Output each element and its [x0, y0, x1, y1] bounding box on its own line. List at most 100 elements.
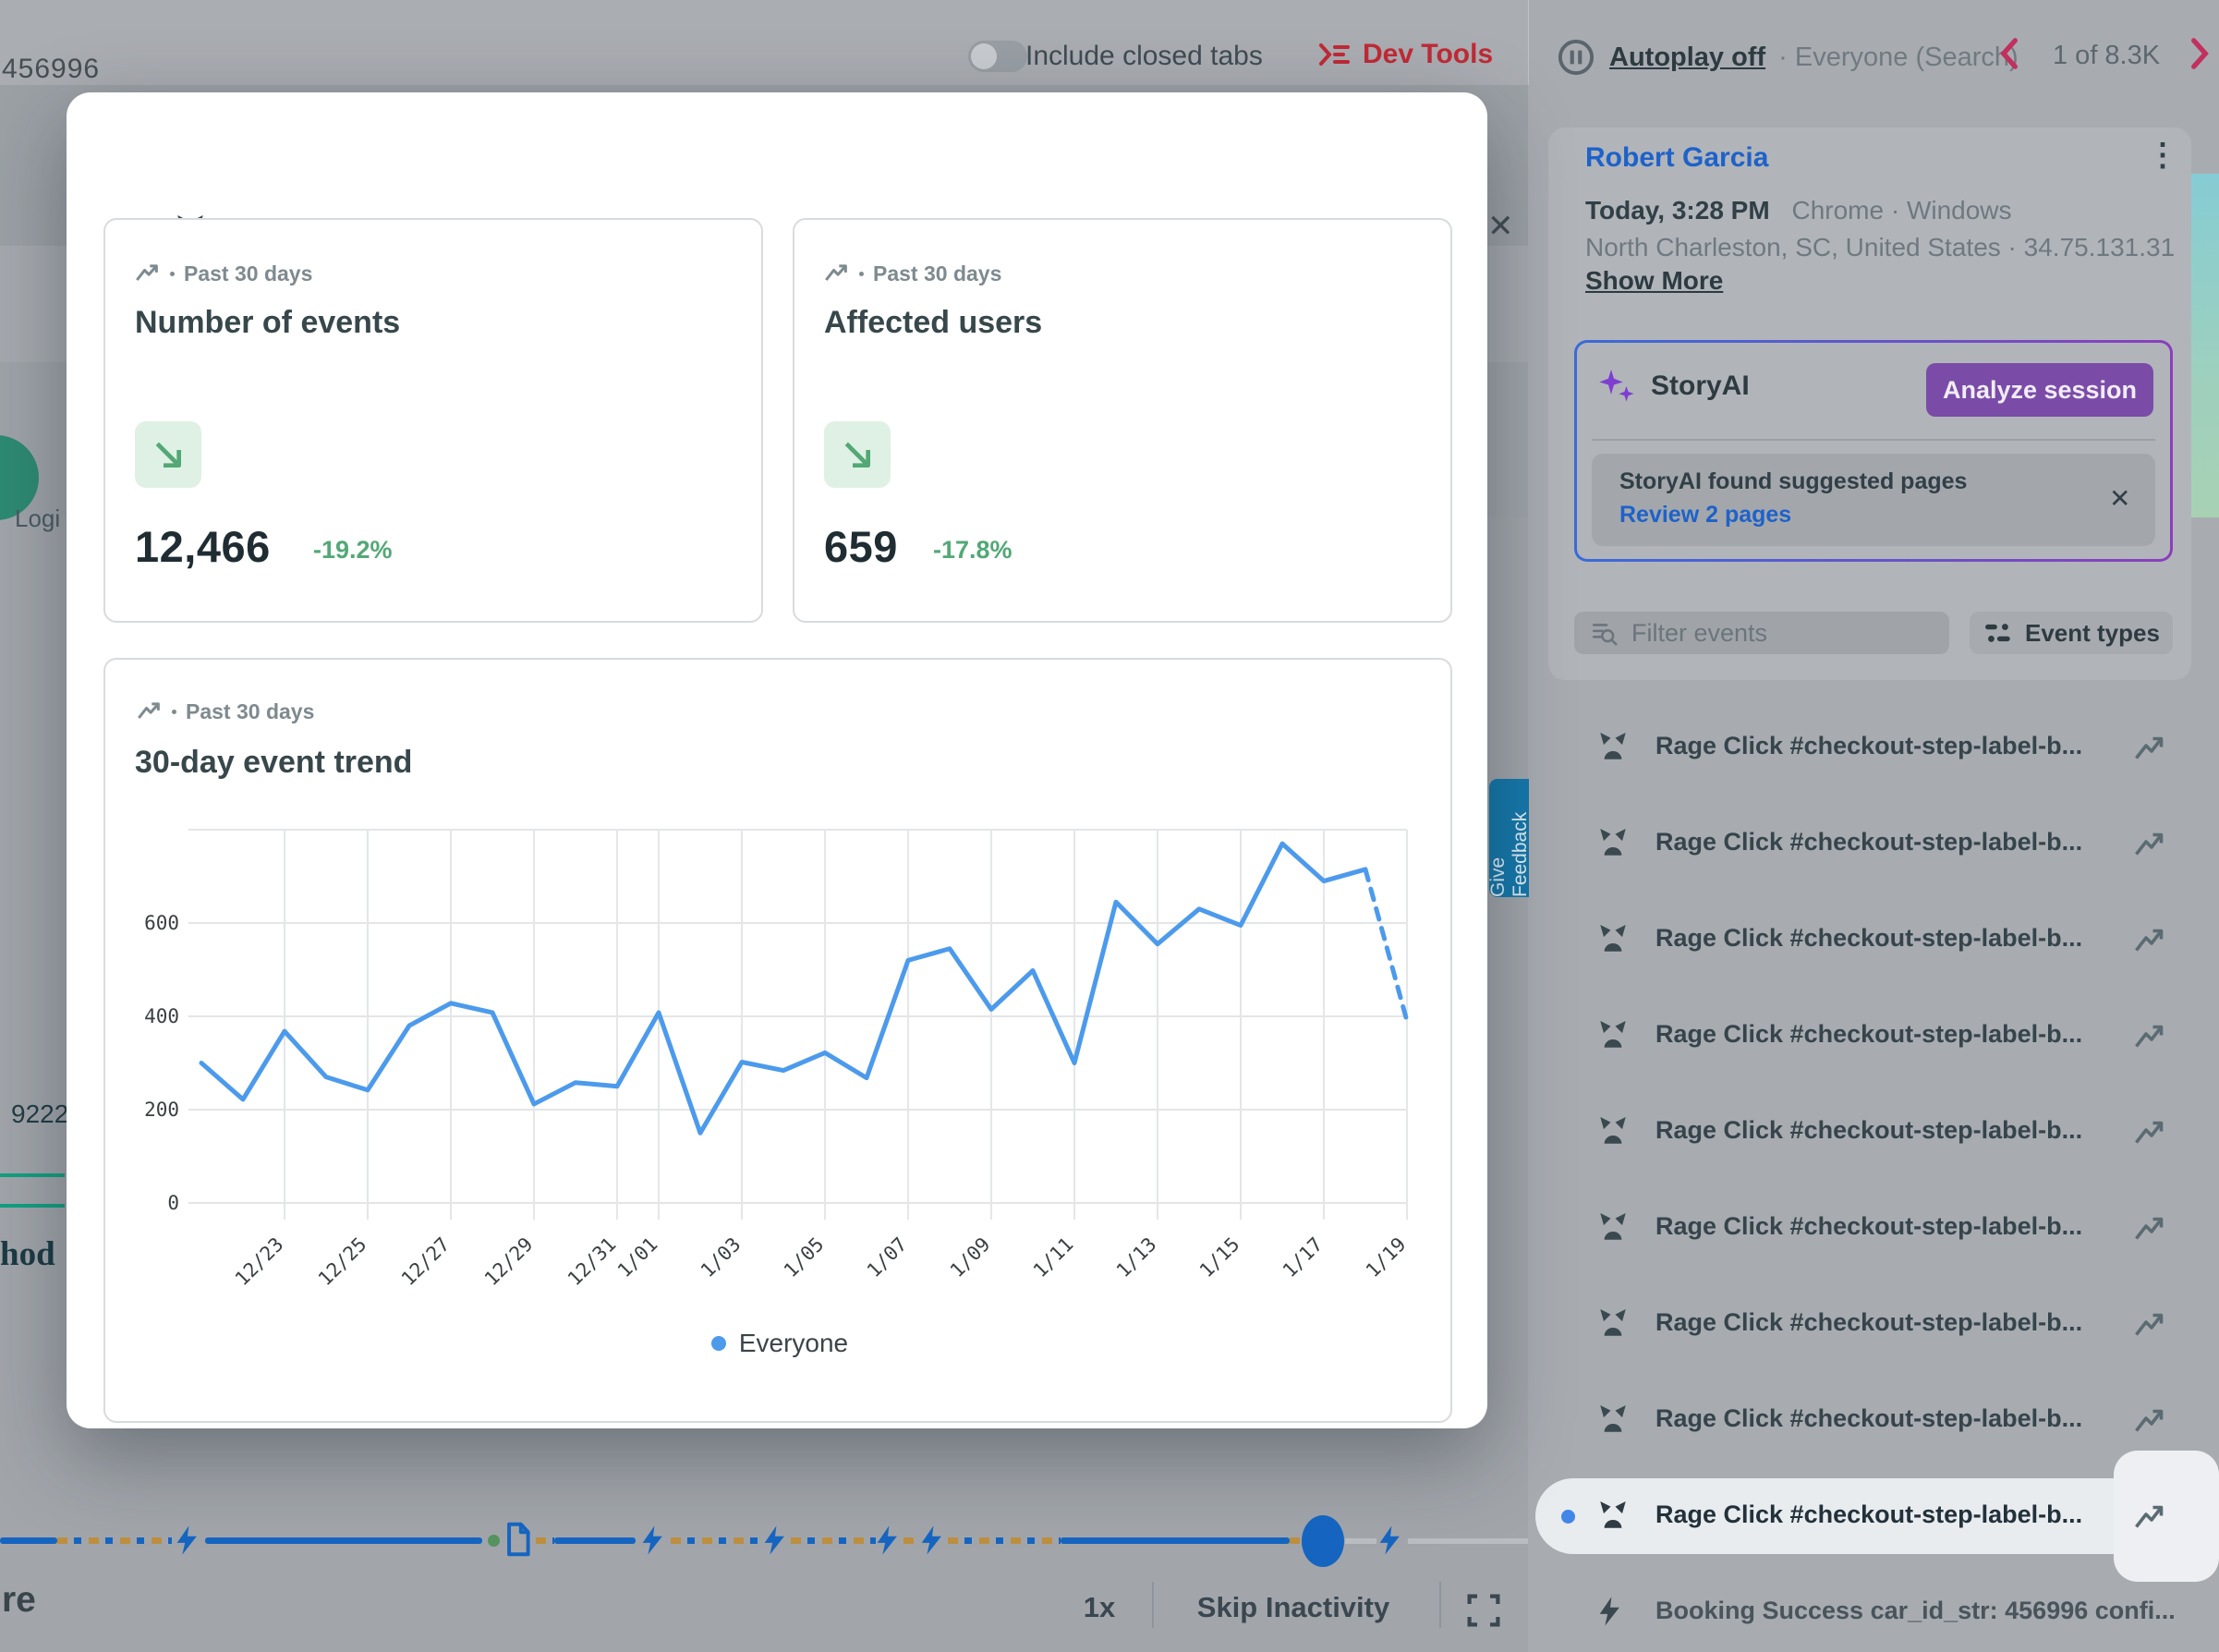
trend-chart: 0 200 400 600 12/23 12/25 12/27 12/29 12/311/01 1… [144, 829, 1411, 1291]
event-list-item[interactable]: Rage Click #checkout-step-label-b... [1528, 893, 2219, 989]
storyai-notice: StoryAI found suggested pages Review 2 p… [1592, 454, 2155, 546]
rage-click-icon [1595, 1209, 1631, 1245]
event-list-item[interactable]: Rage Click #checkout-step-label-b... [1528, 796, 2219, 893]
metric-period: Past 30 days [873, 261, 1002, 285]
timeline-track-segment[interactable] [948, 1537, 1061, 1544]
event-types-label: Event types [2025, 618, 2160, 647]
next-session-chevron[interactable] [2189, 37, 2212, 74]
user-name-link[interactable]: Robert Garcia [1585, 142, 1768, 174]
metric-value: 659 [824, 522, 898, 571]
metric-title: Affected users [824, 305, 1043, 340]
bolt-event-icon[interactable] [916, 1522, 946, 1559]
review-pages-link[interactable]: Review 2 pages [1619, 502, 1791, 528]
rage-click-icon [1595, 1112, 1631, 1149]
dev-tools-button[interactable]: Dev Tools [1318, 39, 1493, 70]
legend-label: Everyone [738, 1329, 849, 1357]
event-trend-icon[interactable] [2132, 732, 2165, 765]
document-event-icon[interactable] [503, 1519, 534, 1560]
event-label: Rage Click #checkout-step-label-b... [1655, 828, 2083, 856]
autoplay-context: · Everyone (Search) [1778, 42, 2019, 72]
give-feedback-label: Give Feedback [1486, 811, 1531, 897]
timeline-track-segment[interactable] [671, 1537, 759, 1544]
event-list-item[interactable]: Rage Click #checkout-step-label-b... [1528, 1373, 2219, 1469]
timeline-track-segment[interactable] [554, 1537, 636, 1544]
analyze-session-button[interactable]: Analyze session [1926, 363, 2153, 417]
timeline-track-segment[interactable] [0, 1537, 57, 1544]
show-more-link[interactable]: Show More [1585, 266, 1723, 296]
fragment-score-label: re [2, 1580, 36, 1620]
skip-inactivity-button[interactable]: Skip Inactivity [1187, 1591, 1400, 1624]
playhead[interactable] [1302, 1515, 1344, 1567]
bolt-event-icon[interactable] [1375, 1522, 1404, 1559]
rage-click-icon [1595, 728, 1631, 765]
kebab-menu-icon[interactable]: ⋮ [2147, 137, 2179, 174]
prev-session-chevron[interactable] [1999, 37, 2021, 74]
svg-text:12/31: 12/31 [564, 1233, 621, 1291]
playback-speed-button[interactable]: 1x [1062, 1591, 1136, 1624]
underlay-topbar [0, 0, 1528, 85]
give-feedback-tab[interactable]: Give Feedback [1486, 779, 1531, 897]
metric-value: 12,466 [135, 522, 271, 571]
trend-up-icon [137, 698, 163, 724]
svg-text:1/05: 1/05 [780, 1233, 829, 1282]
event-list-item[interactable]: Rage Click #checkout-step-label-b... [1528, 700, 2219, 796]
dev-tools-icon [1318, 41, 1352, 68]
event-label: Rage Click #checkout-step-label-b... [1655, 1308, 2083, 1336]
fragment-method-label: hod [0, 1235, 55, 1273]
separator-dot [172, 709, 176, 714]
event-label: Rage Click #checkout-step-label-b... [1655, 1020, 2083, 1048]
green-dot-marker[interactable] [488, 1535, 500, 1547]
event-trend-icon[interactable] [2132, 1212, 2165, 1245]
include-closed-tabs-toggle[interactable] [968, 41, 1027, 72]
bolt-event-icon[interactable] [637, 1522, 667, 1559]
session-time: Today, 3:28 PM [1585, 196, 1770, 225]
playback-timeline[interactable] [0, 1515, 1528, 1567]
timeline-track-segment[interactable] [536, 1537, 554, 1544]
divider [1152, 1582, 1154, 1628]
event-list-item[interactable]: Rage Click #checkout-step-label-b... [1528, 1451, 2219, 1582]
bolt-event-icon[interactable] [872, 1522, 902, 1559]
event-trend-icon[interactable] [2132, 1020, 2165, 1053]
bolt-event-icon[interactable] [759, 1522, 789, 1559]
event-trend-icon[interactable] [2132, 828, 2165, 861]
timeline-remaining-track[interactable] [1345, 1538, 1376, 1544]
event-list-item[interactable]: Rage Click #checkout-step-label-b... [1528, 989, 2219, 1085]
event-list-item[interactable]: Rage Click #checkout-step-label-b... [1528, 1181, 2219, 1277]
svg-text:1/07: 1/07 [863, 1233, 912, 1282]
timeline-track-segment[interactable] [205, 1537, 482, 1544]
event-trend-icon[interactable] [2132, 1116, 2165, 1149]
event-trend-icon[interactable] [2132, 1500, 2165, 1534]
arrow-down-right-icon [844, 442, 870, 468]
session-location-ip: North Charleston, SC, United States · 34… [1585, 233, 2176, 261]
affected-users-card: Past 30 days Affected users 659 -17.8% [793, 218, 1452, 623]
user-session-card: Robert Garcia ⋮ Today, 3:28 PM Chrome · … [1548, 128, 2191, 680]
event-trend-icon[interactable] [2132, 924, 2165, 957]
metric-period: Past 30 days [184, 261, 313, 285]
metric-delta: -19.2% [313, 536, 393, 564]
autoplay-link[interactable]: Autoplay off [1609, 43, 1765, 73]
event-trend-icon[interactable] [2132, 1404, 2165, 1438]
notice-dismiss-icon[interactable]: ✕ [2109, 483, 2130, 514]
event-list-item[interactable]: Rage Click #checkout-step-label-b... [1528, 1277, 2219, 1373]
separator-dot [170, 271, 175, 276]
autoplay-control[interactable]: Autoplay off · Everyone (Search) [1556, 37, 2019, 78]
separator-dot [859, 271, 864, 276]
timeline-track-segment[interactable] [1061, 1537, 1290, 1544]
filter-events-input[interactable]: Filter events [1574, 612, 1949, 654]
timeline-track-segment[interactable] [57, 1537, 172, 1544]
timeline-track-segment[interactable] [791, 1537, 876, 1544]
event-list-item[interactable]: Rage Click #checkout-step-label-b... [1528, 1085, 2219, 1181]
filter-placeholder: Filter events [1631, 618, 1768, 647]
rage-click-icon [1595, 1497, 1631, 1534]
rage-click-icon [1595, 824, 1631, 861]
fragment-line [0, 1204, 65, 1208]
svg-text:1/19: 1/19 [1362, 1233, 1411, 1282]
event-types-button[interactable]: Event types [1970, 612, 2173, 654]
close-icon[interactable]: ✕ [1487, 211, 1514, 242]
svg-text:1/13: 1/13 [1112, 1233, 1161, 1282]
event-list-item[interactable]: Booking Success car_id_str: 456996 confi… [1528, 1565, 2219, 1652]
event-trend-icon[interactable] [2132, 1308, 2165, 1342]
timeline-remaining-track[interactable] [1408, 1538, 1528, 1544]
fullscreen-icon[interactable] [1464, 1591, 1503, 1630]
bolt-event-icon[interactable] [172, 1522, 201, 1559]
